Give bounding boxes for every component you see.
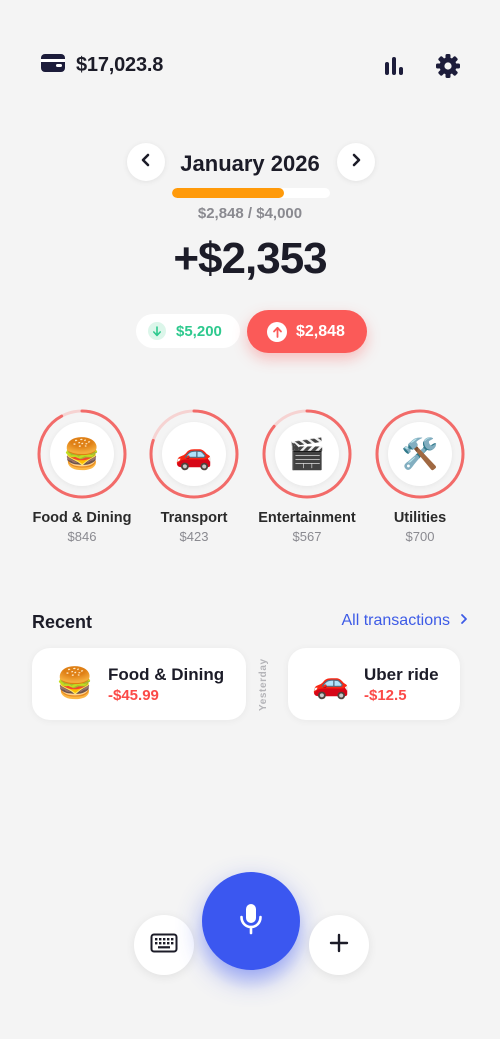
- category-utilities[interactable]: 🛠️ Utilities $700: [360, 408, 480, 544]
- voice-input-button[interactable]: [202, 872, 300, 970]
- category-name: Utilities: [393, 510, 447, 526]
- transaction-card[interactable]: 🍔 Food & Dining -$45.99: [32, 648, 246, 720]
- month-title: January 2026: [180, 151, 320, 176]
- tools-icon: 🛠️: [388, 422, 452, 486]
- category-name: Transport: [160, 510, 228, 526]
- category-ring: 🚗: [148, 408, 240, 500]
- burger-icon: 🍔: [56, 667, 94, 700]
- balance-display[interactable]: $17,023.8: [40, 52, 163, 79]
- expense-amount: $2,848: [296, 322, 345, 340]
- category-ring: 🛠️: [374, 408, 466, 500]
- day-label: Yesterday: [258, 658, 269, 712]
- transaction-name: Uber ride: [364, 665, 439, 684]
- month-selector: January 2026: [0, 143, 500, 183]
- clapper-icon: 🎬: [275, 422, 339, 486]
- settings-icon[interactable]: [434, 52, 462, 80]
- all-transactions-label: All transactions: [341, 612, 451, 629]
- stats-icon[interactable]: [380, 52, 408, 80]
- top-bar: $17,023.8: [0, 0, 500, 134]
- income-pill[interactable]: $5,200: [136, 314, 240, 348]
- arrow-down-icon: [148, 322, 166, 340]
- chevron-right-icon: [350, 153, 362, 172]
- keyboard-button[interactable]: [134, 915, 194, 975]
- category-food-dining[interactable]: 🍔 Food & Dining $846: [22, 408, 142, 544]
- category-amount: $567: [292, 529, 322, 544]
- wallet-icon: [40, 52, 66, 79]
- budget-text: $2,848 / $4,000: [197, 205, 303, 222]
- category-list: 🍔 Food & Dining $846 🚗 Transport $423 🎬 …: [0, 408, 500, 558]
- all-transactions-link[interactable]: All transactions: [342, 612, 469, 630]
- income-amount: $5,200: [176, 322, 222, 340]
- keyboard-icon: [150, 933, 178, 958]
- next-month-button[interactable]: [337, 143, 375, 181]
- category-name: Entertainment: [258, 510, 356, 526]
- category-amount: $423: [179, 529, 209, 544]
- expense-pill[interactable]: $2,848: [247, 310, 367, 353]
- category-amount: $846: [67, 529, 97, 544]
- category-transport[interactable]: 🚗 Transport $423: [134, 408, 254, 544]
- balance-amount: $17,023.8: [76, 54, 164, 76]
- category-ring: 🎬: [261, 408, 353, 500]
- transaction-name: Food & Dining: [108, 665, 225, 684]
- transaction-amount: -$45.99: [108, 687, 159, 704]
- category-entertainment[interactable]: 🎬 Entertainment $567: [247, 408, 367, 544]
- category-name: Food & Dining: [32, 510, 132, 526]
- net-total: +$2,353: [173, 234, 327, 283]
- budget-progress-bar: [172, 188, 330, 198]
- recent-title: Recent: [32, 612, 93, 632]
- category-amount: $700: [405, 529, 435, 544]
- burger-icon: 🍔: [50, 422, 114, 486]
- microphone-icon: [238, 902, 264, 941]
- chevron-right-icon: [460, 612, 468, 630]
- add-transaction-button[interactable]: [309, 915, 369, 975]
- arrow-up-icon: [267, 321, 287, 342]
- category-ring: 🍔: [36, 408, 128, 500]
- transaction-card[interactable]: 🚗 Uber ride -$12.5: [288, 648, 460, 720]
- budget-progress-fill: [172, 188, 285, 198]
- transaction-amount: -$12.5: [364, 687, 407, 704]
- car-icon: 🚗: [312, 667, 350, 700]
- car-icon: 🚗: [162, 422, 226, 486]
- plus-icon: [329, 933, 349, 958]
